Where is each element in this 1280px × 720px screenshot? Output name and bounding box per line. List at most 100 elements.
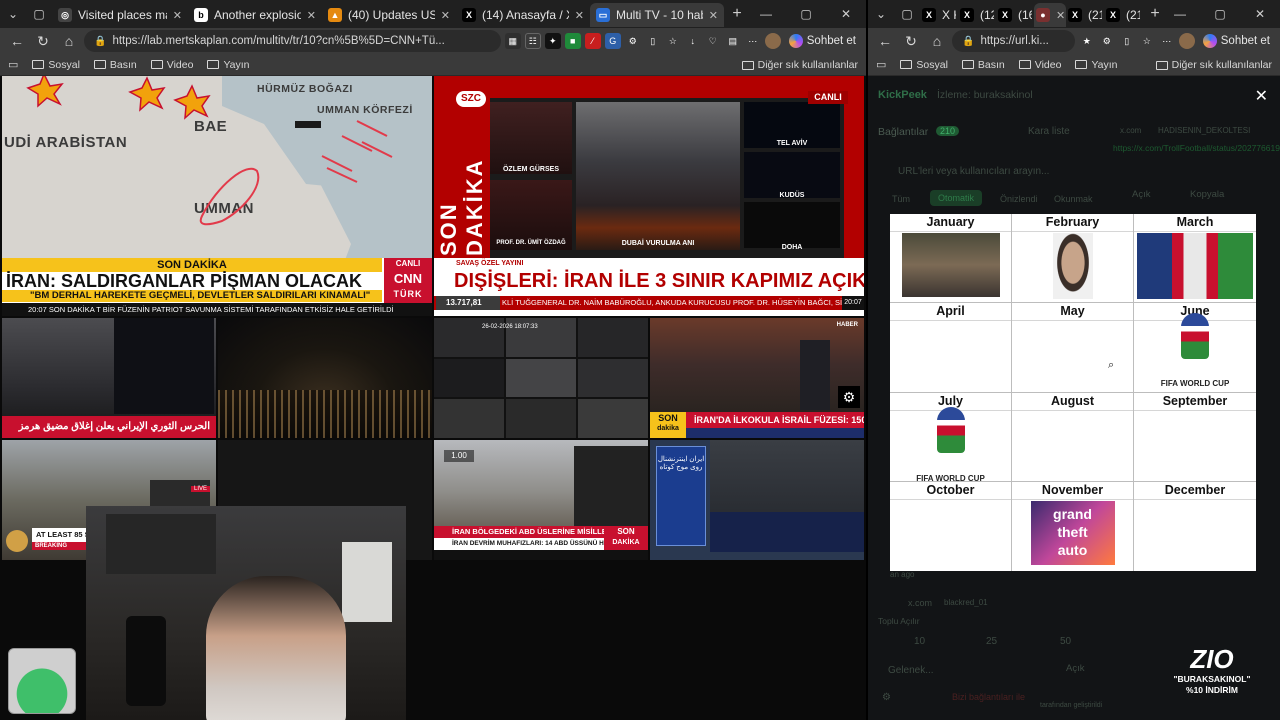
arabic-news-stream[interactable]: الحرس الثوري الإيراني يعلن إغلاق مضيق هر… (2, 318, 216, 438)
minimize-icon[interactable]: — (1160, 0, 1200, 28)
bookmark-folder-yayin[interactable]: Yayın (207, 59, 250, 71)
tab-x-21a[interactable]: X(21) (1066, 3, 1104, 27)
health-icon[interactable]: ♡ (704, 33, 721, 49)
tab-visited-places[interactable]: ◎ Visited places map editor ✕ (52, 3, 188, 27)
tgrt-stream[interactable]: 1.00 İRAN BÖLGEDEKİ ABD ÜSLERİNE MİSİLLE… (434, 440, 648, 560)
calendar-month-november: November grand theft auto (1012, 481, 1134, 571)
avatar[interactable] (1178, 33, 1195, 49)
ticker-bar (686, 428, 864, 438)
close-icon[interactable]: ✕ (441, 9, 450, 22)
tab-x-16[interactable]: X(16) (996, 3, 1034, 27)
address-toolbar: ← ↻ ⌂ 🔒 https://url.ki... ★ ⚙ ▯ ☆ ⋯ Sohb… (868, 28, 1280, 54)
address-bar[interactable]: 🔒 https://url.ki... (952, 30, 1075, 52)
settings-icon[interactable]: ⚙ (882, 692, 891, 703)
close-icon[interactable]: ✕ (1056, 9, 1065, 22)
back-icon[interactable]: ← (874, 33, 896, 49)
favorites-icon[interactable]: ☆ (1138, 33, 1155, 49)
cam-tile (506, 399, 576, 438)
collections-icon[interactable]: ▤ (724, 33, 741, 49)
extension-icon[interactable]: ✦ (544, 33, 561, 49)
bookmark-folder-video[interactable]: Video (1018, 59, 1061, 71)
tab-updates[interactable]: ▲ (40) Updates US, Israel atta ✕ (322, 3, 456, 27)
cam-tile (434, 399, 504, 438)
more-icon[interactable]: ⋯ (1158, 33, 1175, 49)
tab-kickpeek[interactable]: ● ✕ (1034, 3, 1066, 27)
calendar-month-january: January (890, 214, 1012, 304)
tab-x-21b[interactable]: X(21) (1104, 3, 1142, 27)
tab-x-anasayfa[interactable]: X (14) Anasayfa / X ✕ (456, 3, 590, 27)
puzzle-icon[interactable]: ⚙ (624, 33, 641, 49)
tab-explosion-sound[interactable]: b Another explosion sound a ✕ (188, 3, 322, 27)
tab-actions-icon[interactable]: ⌄ (0, 1, 26, 27)
split-screen-icon[interactable]: ▯ (1118, 33, 1135, 49)
workspaces-icon[interactable]: ▢ (894, 1, 920, 27)
maximize-icon[interactable]: ▢ (786, 0, 826, 28)
extension-icon[interactable]: G (604, 33, 621, 49)
calendar-grid: January February March April May ⌕ June … (890, 214, 1256, 571)
close-icon[interactable]: ✕ (173, 9, 182, 22)
copilot-icon (1202, 34, 1217, 48)
bookmark-folder-sosyal[interactable]: Sosyal (32, 59, 80, 71)
calendar-month-august: August (1012, 392, 1134, 482)
haber-stream[interactable]: HABER ⚙ (650, 318, 864, 412)
cam-tile (506, 358, 576, 398)
extension-icon[interactable]: ☷ (524, 33, 541, 49)
tab-x-ki[interactable]: XX Ki (920, 3, 958, 27)
avatar[interactable] (764, 33, 781, 49)
split-screen-icon[interactable]: ▯ (644, 33, 661, 49)
workspaces-icon[interactable]: ▢ (26, 1, 52, 27)
ship-icon (295, 121, 321, 128)
man-with-headset-photo (901, 233, 1000, 297)
reading-list-icon[interactable]: ▭ (876, 58, 886, 71)
reading-list-icon[interactable]: ▭ (8, 58, 18, 71)
downloads-icon[interactable]: ↓ (684, 33, 701, 49)
maximize-icon[interactable]: ▢ (1200, 0, 1240, 28)
bookmark-folder-sosyal[interactable]: Sosyal (900, 59, 948, 71)
home-icon[interactable]: ⌂ (926, 33, 948, 49)
bookmark-folder-video[interactable]: Video (150, 59, 193, 71)
night-city-stream[interactable] (218, 318, 432, 438)
bookmarks-bar: ▭ Sosyal Basın Video Yayın Diğer sık kul… (0, 54, 866, 76)
home-icon[interactable]: ⌂ (58, 33, 80, 49)
extension-icon[interactable]: ⁄ (584, 33, 601, 49)
refresh-icon[interactable]: ↻ (32, 33, 54, 50)
minimize-icon[interactable]: — (746, 0, 786, 28)
reporter-figure (800, 340, 830, 410)
other-bookmarks[interactable]: Diğer sık kullanılanlar (1155, 54, 1272, 76)
close-icon[interactable]: ✕ (307, 9, 316, 22)
more-icon[interactable]: ⋯ (744, 33, 761, 49)
security-cam-stream[interactable]: 26-02-2026 18:07:33 (434, 318, 648, 438)
cnn-lower-third: SON DAKİKA İRAN: SALDIRGANLAR PİŞMAN OLA… (2, 258, 432, 316)
right-browser-window: ⌄ ▢ XX Ki X(12) X(16) ●✕ X(21) X(21) + —… (868, 0, 1280, 720)
kickpeek-header: KickPeek İzleme: buraksakinol (878, 89, 1033, 101)
favorites-icon[interactable]: ☆ (664, 33, 681, 49)
bookmark-folder-basin[interactable]: Basın (961, 59, 1005, 71)
favorite-star-icon[interactable]: ★ (1078, 33, 1095, 49)
b-icon: b (194, 8, 208, 22)
microphone-icon (126, 616, 166, 706)
bookmark-folder-basin[interactable]: Basın (93, 59, 137, 71)
settings-gear-icon[interactable]: ⚙ (838, 386, 860, 408)
close-icon[interactable]: ✕ (575, 9, 584, 22)
night-city-video (114, 318, 214, 414)
iran-international-stream[interactable]: ایران اینترنشنال روی موج کوتاه (650, 440, 864, 560)
close-window-icon[interactable]: ✕ (826, 0, 866, 28)
copilot-button[interactable]: Sohbet et (785, 34, 860, 48)
copilot-button[interactable]: Sohbet et (1199, 34, 1274, 48)
refresh-icon[interactable]: ↻ (900, 33, 922, 50)
extension-icon[interactable]: ▦ (504, 33, 521, 49)
close-icon[interactable]: ✕ (709, 9, 718, 22)
extension-icon[interactable]: ■ (564, 33, 581, 49)
other-bookmarks[interactable]: Diğer sık kullanılanlar (741, 54, 858, 76)
bookmark-folder-yayin[interactable]: Yayın (1075, 59, 1118, 71)
szc-lower-third: SAVAŞ ÖZEL YAYINI DIŞİŞLERİ: İRAN İLE 3 … (434, 258, 864, 316)
cnn-turk-logo: CNN TÜRK (384, 270, 432, 303)
tab-x-12[interactable]: X(12) (958, 3, 996, 27)
back-icon[interactable]: ← (6, 33, 28, 49)
tab-actions-icon[interactable]: ⌄ (868, 1, 894, 27)
close-icon[interactable]: ✕ (1255, 86, 1268, 106)
address-bar[interactable]: 🔒 https://lab.mertskaplan.com/multitv/tr… (84, 30, 501, 52)
tab-multi-tv[interactable]: ▭ Multi TV - 10 haber ka ✕ (590, 3, 724, 27)
close-window-icon[interactable]: ✕ (1240, 0, 1280, 28)
puzzle-icon[interactable]: ⚙ (1098, 33, 1115, 49)
